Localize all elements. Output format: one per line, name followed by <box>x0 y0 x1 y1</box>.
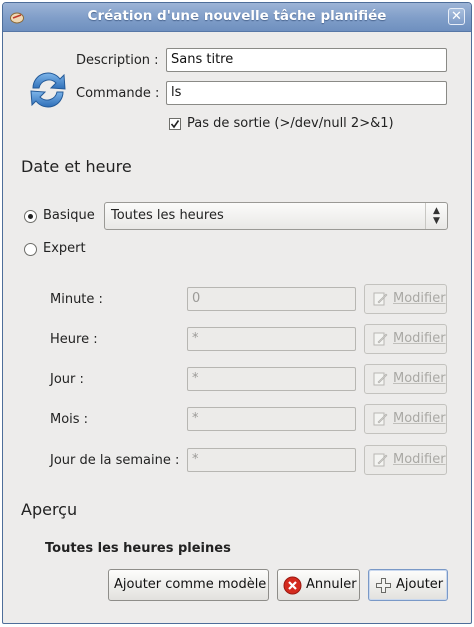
weekday-field: * <box>187 448 356 472</box>
date-section-title: Date et heure <box>21 157 132 176</box>
edit-icon <box>373 332 388 346</box>
frequency-select[interactable]: Toutes les heures ▲ ▼ <box>104 202 448 230</box>
gnome-schedule-icon <box>10 12 24 24</box>
basic-label[interactable]: Basique <box>43 208 95 223</box>
window-title: Création d'une nouvelle tâche planifiée <box>87 8 387 24</box>
expert-radio[interactable] <box>24 243 37 256</box>
refresh-arrows-icon <box>30 72 66 108</box>
edit-icon <box>373 292 388 306</box>
add-template-button[interactable]: Ajouter comme modèle <box>108 569 269 601</box>
add-button[interactable]: Ajouter <box>368 569 448 601</box>
select-arrows-icon: ▲ ▼ <box>425 203 447 229</box>
add-label: Ajouter <box>396 577 444 592</box>
hour-modify-button: Modifier <box>364 324 447 354</box>
expert-label[interactable]: Expert <box>43 241 86 256</box>
hour-field: * <box>187 327 356 351</box>
no-output-checkbox[interactable] <box>169 118 181 130</box>
month-label: Mois : <box>50 412 89 427</box>
cancel-button[interactable]: Annuler <box>277 569 360 601</box>
description-field[interactable]: Sans titre <box>166 48 447 72</box>
minute-label: Minute : <box>50 292 103 307</box>
weekday-modify-label: Modifier <box>393 452 446 467</box>
month-modify-button: Modifier <box>364 404 447 434</box>
day-label: Jour : <box>50 372 84 387</box>
month-field: * <box>187 407 356 431</box>
day-field: * <box>187 367 356 391</box>
minute-modify-label: Modifier <box>393 291 446 306</box>
day-modify-label: Modifier <box>393 371 446 386</box>
frequency-select-value: Toutes les heures <box>111 208 224 223</box>
close-icon: ✕ <box>451 9 462 24</box>
edit-icon <box>373 453 388 467</box>
close-button[interactable]: ✕ <box>448 8 465 25</box>
dialog-window: Création d'une nouvelle tâche planifiée … <box>2 2 472 624</box>
add-template-label: Ajouter comme modèle <box>114 577 267 592</box>
preview-section-title: Aperçu <box>21 500 78 519</box>
month-modify-label: Modifier <box>393 411 446 426</box>
plus-icon <box>376 578 391 593</box>
cancel-label: Annuler <box>306 577 357 592</box>
hour-label: Heure : <box>50 332 98 347</box>
hour-modify-label: Modifier <box>393 331 446 346</box>
minute-field: 0 <box>187 287 356 311</box>
day-modify-button: Modifier <box>364 364 447 394</box>
weekday-label: Jour de la semaine : <box>50 453 180 468</box>
basic-radio[interactable] <box>24 210 37 223</box>
description-label: Description : <box>76 53 159 68</box>
edit-icon <box>373 372 388 386</box>
command-field[interactable]: ls <box>166 81 447 105</box>
command-label: Commande : <box>76 86 160 101</box>
cancel-icon <box>283 576 302 595</box>
checkmark-icon <box>170 120 180 129</box>
weekday-modify-button: Modifier <box>364 445 447 475</box>
preview-text: Toutes les heures pleines <box>45 541 231 556</box>
title-bar[interactable]: Création d'une nouvelle tâche planifiée … <box>3 3 471 32</box>
no-output-label[interactable]: Pas de sortie (>/dev/null 2>&1) <box>187 116 394 131</box>
edit-icon <box>373 412 388 426</box>
minute-modify-button: Modifier <box>364 284 447 314</box>
